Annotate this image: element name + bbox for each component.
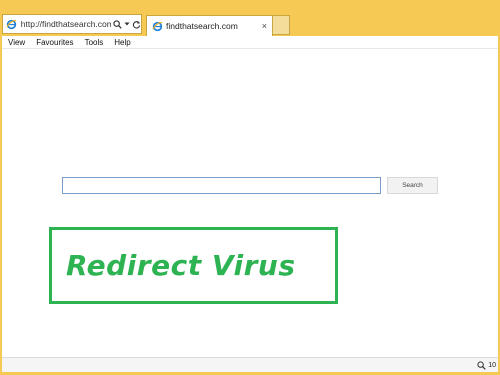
menu-tools[interactable]: Tools xyxy=(85,38,104,47)
ie-icon xyxy=(151,20,163,32)
address-bar[interactable]: http://findthatsearch.com/ xyxy=(2,14,142,34)
tab-findthatsearch[interactable]: findthatsearch.com × xyxy=(146,15,273,36)
refresh-icon[interactable] xyxy=(132,20,141,29)
search-button[interactable]: Search xyxy=(387,177,438,194)
search-input[interactable] xyxy=(62,177,381,194)
menu-view[interactable]: View xyxy=(8,38,25,47)
menu-favourites[interactable]: Favourites xyxy=(36,38,73,47)
new-tab-button[interactable] xyxy=(273,15,290,35)
window-left-border xyxy=(0,36,2,375)
close-icon[interactable]: × xyxy=(262,21,267,31)
redirect-virus-label: Redirect Virus xyxy=(49,227,338,304)
menu-help[interactable]: Help xyxy=(114,38,130,47)
menu-bar: View Favourites Tools Help xyxy=(2,36,498,49)
dropdown-icon[interactable] xyxy=(124,21,130,27)
status-bar: 10 xyxy=(2,357,498,372)
tab-title: findthatsearch.com xyxy=(166,21,238,31)
overlay-text: Redirect Virus xyxy=(66,249,296,282)
zoom-level[interactable]: 10 xyxy=(488,362,496,369)
zoom-icon[interactable] xyxy=(477,360,486,370)
search-icon[interactable] xyxy=(113,19,122,29)
address-url[interactable]: http://findthatsearch.com/ xyxy=(21,19,111,29)
ie-icon xyxy=(6,18,18,30)
